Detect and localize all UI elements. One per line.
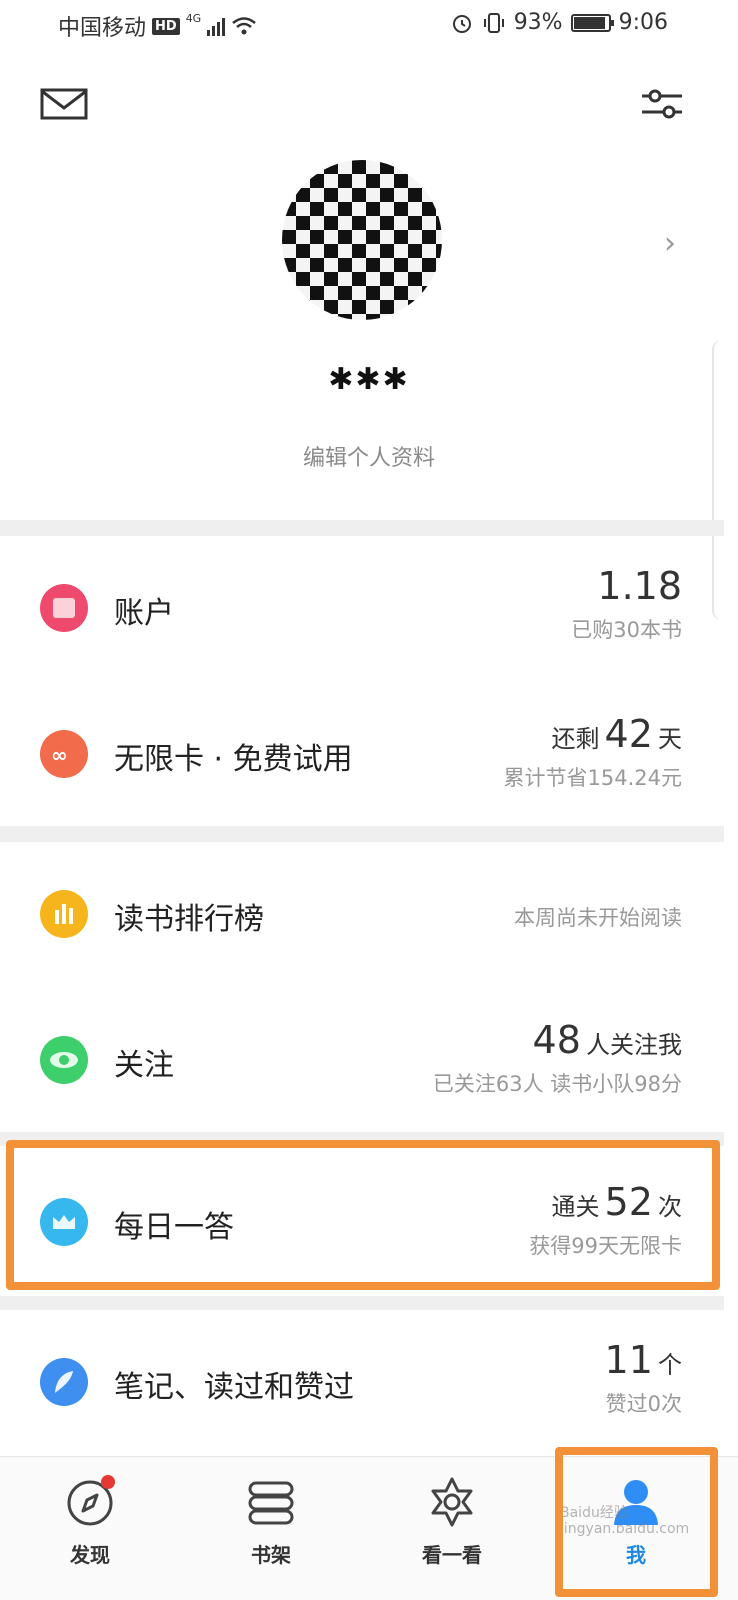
follow-sub: 已关注63人 读书小队98分 xyxy=(432,1072,682,1096)
tab-label-look: 看一看 xyxy=(422,1543,482,1567)
tab-label-discover: 发现 xyxy=(70,1543,110,1567)
bookshelf-icon xyxy=(244,1475,298,1529)
section-divider xyxy=(0,1132,724,1146)
notes-sub: 赞过0次 xyxy=(605,1392,682,1416)
clock-time: 9:06 xyxy=(618,10,668,35)
menu-label-daily-quiz: 每日一答 xyxy=(114,1210,234,1245)
quiz-count: 52 xyxy=(604,1180,653,1224)
follower-unit: 人关注我 xyxy=(586,1031,682,1059)
menu-label-account: 账户 xyxy=(114,596,174,631)
menu-label-unlimited: 无限卡 · 免费试用 xyxy=(114,742,353,777)
carrier-name: 中国移动 xyxy=(58,16,147,41)
unlimited-days: 42 xyxy=(604,712,653,756)
follower-count: 48 xyxy=(532,1018,581,1062)
infinity-icon: ∞ xyxy=(40,730,88,778)
tab-label-bookshelf: 书架 xyxy=(251,1543,291,1567)
edit-profile-link[interactable]: 编辑个人资料 xyxy=(0,440,738,472)
signal-icon xyxy=(207,16,226,36)
account-sub: 已购30本书 xyxy=(571,618,682,642)
tab-look[interactable]: 看一看 xyxy=(392,1475,512,1568)
quiz-unit: 次 xyxy=(658,1193,682,1221)
notes-count: 11 xyxy=(604,1338,653,1382)
menu-row-unlimited-card[interactable]: ∞ 无限卡 · 免费试用 还剩 42 天 累计节省154.24元 xyxy=(0,680,724,826)
star-outline-icon xyxy=(425,1475,479,1529)
chevron-right-icon[interactable]: › xyxy=(664,226,676,261)
menu-row-account[interactable]: 账户 1.18 已购30本书 xyxy=(0,536,724,680)
mail-icon[interactable] xyxy=(40,86,88,122)
menu-row-follow[interactable]: 关注 48 人关注我 已关注63人 读书小队98分 xyxy=(0,986,724,1132)
feather-icon xyxy=(40,1358,88,1406)
compass-icon xyxy=(63,1475,117,1529)
alarm-icon xyxy=(452,14,471,33)
section-divider xyxy=(0,1296,724,1310)
unlimited-sub: 累计节省154.24元 xyxy=(503,766,682,790)
crown-icon xyxy=(40,1198,88,1246)
bottom-tab-bar: 发现 书架 看一看 我 Baidu经验 jingyan.baidu.com xyxy=(0,1456,738,1600)
ranking-sub: 本周尚未开始阅读 xyxy=(514,906,682,930)
menu-row-ranking[interactable]: 读书排行榜 本周尚未开始阅读 xyxy=(0,842,724,986)
username: ✱✱✱ xyxy=(328,362,410,397)
wifi-icon xyxy=(232,17,257,35)
settings-sliders-icon[interactable] xyxy=(640,86,684,122)
battery-icon xyxy=(570,13,614,32)
quiz-sub: 获得99天无限卡 xyxy=(529,1234,682,1258)
section-divider xyxy=(0,826,724,842)
tab-label-me: 我 xyxy=(626,1543,646,1567)
network-type: 4G xyxy=(185,11,202,25)
status-bar: 中国移动 HD 4G 93% 9:06 xyxy=(0,0,738,50)
notes-unit: 个 xyxy=(658,1351,682,1379)
wallet-icon xyxy=(40,584,88,632)
watermark: Baidu经验 jingyan.baidu.com xyxy=(560,1505,690,1537)
notification-dot xyxy=(101,1475,115,1489)
menu-label-ranking: 读书排行榜 xyxy=(114,902,264,937)
avatar[interactable] xyxy=(282,160,442,320)
menu-label-notes: 笔记、读过和赞过 xyxy=(114,1370,354,1405)
menu-row-notes[interactable]: 笔记、读过和赞过 11 个 赞过0次 xyxy=(0,1310,724,1456)
eye-icon xyxy=(40,1036,88,1084)
tab-bookshelf[interactable]: 书架 xyxy=(211,1475,331,1568)
unlimited-unit: 天 xyxy=(658,725,682,753)
account-balance: 1.18 xyxy=(597,564,682,608)
hd-badge: HD xyxy=(152,17,180,35)
tab-discover[interactable]: 发现 xyxy=(30,1475,150,1568)
menu-row-daily-quiz[interactable]: 每日一答 通关 52 次 获得99天无限卡 xyxy=(0,1146,724,1296)
vibrate-icon xyxy=(483,12,504,33)
quiz-prefix: 通关 xyxy=(551,1193,600,1221)
battery-percent: 93% xyxy=(513,10,563,35)
unlimited-prefix: 还剩 xyxy=(551,725,600,753)
menu-label-follow: 关注 xyxy=(114,1048,174,1083)
bar-chart-icon xyxy=(40,890,88,938)
section-divider xyxy=(0,520,724,536)
